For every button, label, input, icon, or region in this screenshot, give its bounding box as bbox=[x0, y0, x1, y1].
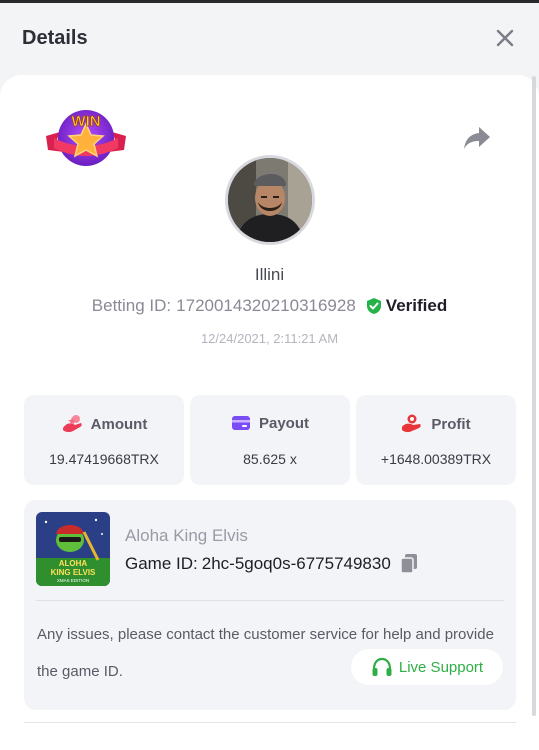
verified-shield-icon bbox=[366, 298, 381, 314]
amount-header: Amount bbox=[24, 414, 184, 434]
game-thumb-title-2: KING ELVIS bbox=[51, 568, 96, 577]
username: Illini bbox=[254, 265, 285, 284]
profit-value: +1648.00389TRX bbox=[380, 451, 492, 467]
payout-card: Payout 85.625 x bbox=[190, 395, 350, 485]
headset-icon bbox=[372, 657, 392, 676]
bet-timestamp: 12/24/2021, 2:11:21 AM bbox=[200, 331, 339, 346]
close-icon bbox=[496, 29, 514, 47]
details-header: Details bbox=[0, 3, 539, 73]
avatar bbox=[225, 155, 315, 245]
payout-header: Payout bbox=[190, 414, 350, 432]
profit-card: Profit +1648.00389TRX bbox=[356, 395, 516, 485]
copy-button[interactable] bbox=[399, 553, 419, 575]
coins-hand-icon bbox=[62, 415, 82, 433]
game-thumbnail[interactable]: ALOHA KING ELVIS XMAS EDITION bbox=[36, 512, 110, 586]
amount-title: Amount bbox=[90, 415, 148, 433]
amount-value: 19.47419668TRX bbox=[49, 451, 159, 467]
game-thumb-title-1: ALOHA bbox=[59, 559, 88, 568]
copy-icon bbox=[400, 554, 417, 574]
game-thumb-subtitle: XMAS EDITION bbox=[57, 578, 89, 583]
betting-id-label: Betting ID: bbox=[91, 296, 172, 315]
profit-header: Profit bbox=[356, 414, 516, 434]
page-title: Details bbox=[22, 26, 88, 49]
win-badge-icon: WIN bbox=[42, 106, 130, 172]
game-info-box: ALOHA KING ELVIS XMAS EDITION Aloha King… bbox=[24, 500, 516, 710]
betting-id-row: Betting ID: 1720014320210316928 Verified bbox=[0, 296, 539, 316]
amount-card: Amount 19.47419668TRX bbox=[24, 395, 184, 485]
share-arrow-icon bbox=[464, 127, 490, 149]
game-name: Aloha King Elvis bbox=[125, 526, 248, 545]
money-hand-icon bbox=[402, 414, 422, 433]
live-support-label: Live Support bbox=[398, 658, 484, 676]
betting-id-value: 1720014320210316928 bbox=[176, 296, 356, 315]
divider bbox=[36, 600, 504, 601]
verified-label: Verified bbox=[385, 296, 448, 315]
live-support-button[interactable]: Live Support bbox=[351, 649, 503, 685]
payout-title: Payout bbox=[258, 414, 309, 432]
verified-badge: Verified bbox=[366, 296, 447, 316]
bottom-divider bbox=[24, 722, 516, 723]
card-icon bbox=[231, 416, 250, 430]
payout-value: 85.625 x bbox=[243, 451, 297, 467]
game-id-label: Game ID: bbox=[125, 554, 198, 573]
scrollbar[interactable] bbox=[532, 76, 536, 716]
win-badge-text: WIN bbox=[71, 113, 100, 130]
game-id-value: 2hc-5goq0s-6775749830 bbox=[201, 554, 391, 573]
share-button[interactable] bbox=[462, 124, 492, 152]
profit-title: Profit bbox=[431, 415, 471, 433]
close-button[interactable] bbox=[493, 26, 517, 50]
game-id-row: Game ID: 2hc-5goq0s-6775749830 bbox=[125, 553, 419, 575]
